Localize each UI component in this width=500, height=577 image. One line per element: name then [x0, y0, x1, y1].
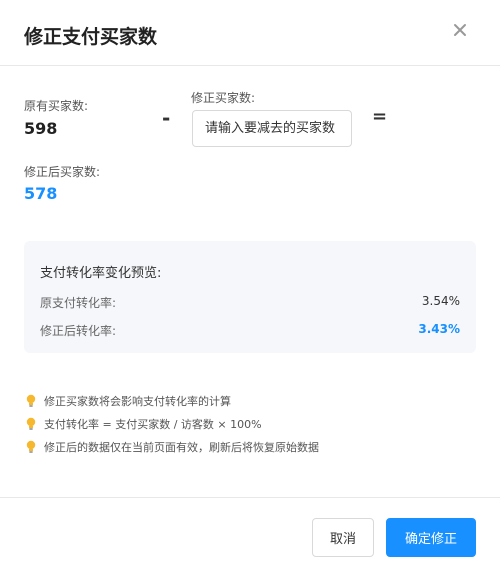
close-icon[interactable] [452, 22, 468, 38]
tip-text: 支付转化率 = 支付买家数 / 访客数 × 100% [44, 418, 262, 431]
correction-input[interactable] [192, 110, 352, 147]
conversion-preview-panel: 支付转化率变化预览: 原支付转化率: 3.54% 修正后转化率: 3.43% [24, 241, 476, 353]
tip-text: 修正后的数据仅在当前页面有效，刷新后将恢复原始数据 [44, 441, 319, 454]
preview-title: 支付转化率变化预览: [40, 266, 162, 281]
corrected-rate-value: 3.43% [418, 322, 460, 336]
lightbulb-icon [25, 394, 37, 408]
cancel-button[interactable]: 取消 [312, 518, 374, 557]
original-rate-label: 原支付转化率: [40, 296, 117, 310]
original-buyers-value: 598 [24, 119, 58, 138]
confirm-button[interactable]: 确定修正 [386, 518, 476, 557]
corrected-buyers-value: 578 [24, 184, 58, 203]
equals-sign: = [372, 106, 388, 127]
correction-label: 修正买家数: [191, 91, 256, 105]
tip-item: 修正后的数据仅在当前页面有效，刷新后将恢复原始数据 [25, 439, 319, 455]
correct-buyers-dialog: 修正支付买家数 原有买家数: 598 - 修正买家数: = 修正后买家数: 57… [0, 0, 500, 577]
tip-text: 修正买家数将会影响支付转化率的计算 [44, 395, 231, 408]
dialog-title: 修正支付买家数 [24, 26, 158, 48]
dialog-header: 修正支付买家数 [0, 0, 500, 66]
original-rate-value: 3.54% [421, 294, 460, 308]
lightbulb-icon [25, 440, 37, 454]
minus-sign: - [162, 106, 171, 130]
original-buyers-label: 原有买家数: [24, 99, 89, 113]
dialog-footer: 取消 确定修正 [0, 497, 500, 577]
corrected-rate-label: 修正后转化率: [40, 324, 117, 338]
lightbulb-icon [25, 417, 37, 431]
tip-item: 支付转化率 = 支付买家数 / 访客数 × 100% [25, 416, 262, 432]
tip-item: 修正买家数将会影响支付转化率的计算 [25, 393, 231, 409]
corrected-buyers-label: 修正后买家数: [24, 165, 101, 179]
